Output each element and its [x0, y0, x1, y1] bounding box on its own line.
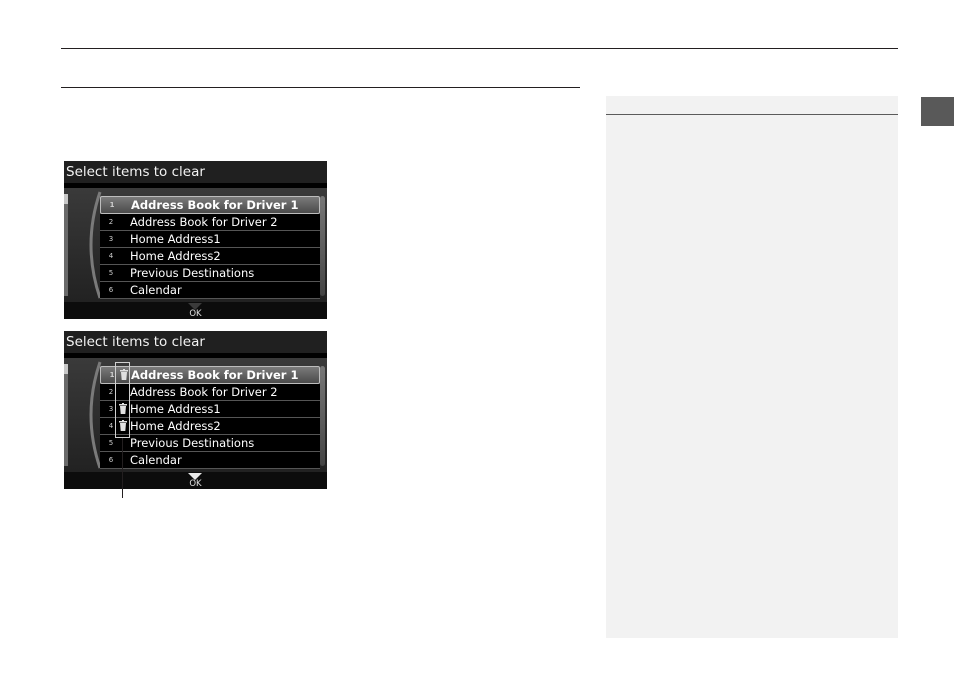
item-label: Calendar [130, 453, 182, 467]
chapter-tab [921, 97, 954, 126]
sidebar-header [606, 96, 898, 115]
section-rule [61, 87, 580, 88]
item-number: 6 [108, 456, 114, 464]
list-item[interactable]: 6 Calendar [100, 282, 320, 299]
screen-body: 1 Address Book for Driver 1 2 Address Book … [64, 188, 327, 302]
right-edge-decoration [320, 196, 325, 296]
ok-label: OK [189, 309, 202, 319]
scroll-thumb[interactable] [64, 194, 68, 204]
item-label: Home Address2 [130, 249, 221, 263]
scroll-indicator[interactable] [64, 364, 68, 466]
list-item[interactable]: 4 Home Address2 [100, 418, 320, 435]
item-label: Calendar [130, 283, 182, 297]
right-edge-decoration [320, 366, 325, 466]
item-label: Address Book for Driver 1 [131, 198, 299, 212]
scroll-indicator[interactable] [64, 194, 68, 296]
list-item[interactable]: 2 Address Book for Driver 2 [100, 214, 320, 231]
item-number: 1 [109, 201, 115, 209]
ok-label: OK [189, 479, 202, 489]
item-label: Address Book for Driver 1 [131, 368, 299, 382]
screen-title: Select items to clear [64, 331, 327, 353]
list-item[interactable]: 1 Address Book for Driver 1 [100, 366, 320, 384]
item-number: 2 [108, 218, 114, 226]
list-item[interactable]: 4 Home Address2 [100, 248, 320, 265]
ok-button[interactable]: OK [64, 302, 327, 319]
item-number: 6 [108, 286, 114, 294]
list-item[interactable]: 6 Calendar [100, 452, 320, 469]
item-label: Home Address1 [130, 232, 221, 246]
item-number: 3 [108, 235, 114, 243]
sidebar-notes-panel [606, 96, 898, 638]
item-label: Address Book for Driver 2 [130, 215, 278, 229]
ok-button[interactable]: OK [64, 472, 327, 489]
item-label: Home Address2 [130, 419, 221, 433]
item-label: Address Book for Driver 2 [130, 385, 278, 399]
item-label: Previous Destinations [130, 266, 255, 280]
screen-title: Select items to clear [64, 161, 327, 183]
list-item[interactable]: 5 Previous Destinations [100, 265, 320, 282]
clear-items-screen-2: Select items to clear 1 Address Book for … [64, 331, 327, 489]
list-item[interactable]: 2 Address Book for Driver 2 [100, 384, 320, 401]
item-number: 4 [108, 252, 114, 260]
clear-items-list: 1 Address Book for Driver 1 2 Address Book … [100, 366, 320, 469]
screen-body: 1 Address Book for Driver 1 2 Address Book … [64, 358, 327, 472]
list-item[interactable]: 3 Home Address1 [100, 401, 320, 418]
list-item[interactable]: 3 Home Address1 [100, 231, 320, 248]
scroll-thumb[interactable] [64, 364, 68, 374]
list-item[interactable]: 5 Previous Destinations [100, 435, 320, 452]
trash-marks-callout-box [115, 362, 130, 438]
item-label: Previous Destinations [130, 436, 255, 450]
callout-leader-line [122, 438, 123, 498]
item-number: 5 [108, 269, 114, 277]
top-rule [61, 48, 898, 49]
item-label: Home Address1 [130, 402, 221, 416]
clear-items-list: 1 Address Book for Driver 1 2 Address Book … [100, 196, 320, 299]
clear-items-screen-1: Select items to clear 1 Address Book for … [64, 161, 327, 319]
list-item[interactable]: 1 Address Book for Driver 1 [100, 196, 320, 214]
